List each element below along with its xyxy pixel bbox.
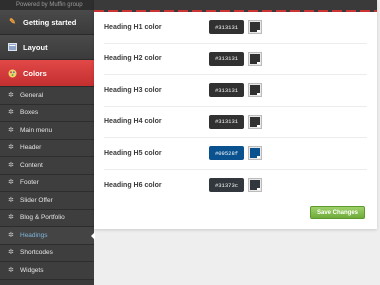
submenu-label: Blog & Portfolio [20, 214, 65, 222]
gear-icon: ✲ [8, 266, 14, 274]
color-value-field[interactable]: #313131 [209, 114, 244, 129]
submenu-item-footer[interactable]: ✲ Footer [0, 174, 94, 192]
submenu-label: General [20, 91, 44, 99]
submenu-item-boxes[interactable]: ✲ Boxes [0, 104, 94, 122]
submenu-item-main-menu[interactable]: ✲ Main menu [0, 122, 94, 140]
submenu-label: Content [20, 161, 43, 169]
submenu-item-general[interactable]: ✲ General [0, 87, 94, 105]
heading-color-label: Heading H2 color [104, 55, 162, 63]
palette-icon [8, 69, 17, 78]
section-label: Layout [23, 42, 48, 52]
heading-color-label: Heading H5 color [104, 149, 162, 157]
heading-color-row: Heading H2 color #313131 [104, 44, 367, 75]
heading-color-row: Heading H5 color #09528f [104, 138, 367, 170]
gear-icon: ✲ [8, 91, 14, 99]
heading-color-label: Heading H6 color [104, 181, 162, 189]
color-value-field[interactable]: #313131 [209, 51, 244, 66]
submenu-item-slider-offer[interactable]: ✲ Slider Offer [0, 192, 94, 210]
submenu-label: Boxes [20, 109, 39, 117]
color-value-field[interactable]: #313131 [209, 20, 244, 35]
color-value-field[interactable]: #09528f [209, 146, 244, 161]
section-getting-started[interactable]: ✎ Getting started [0, 10, 94, 35]
submenu-label: Footer [20, 179, 39, 187]
gear-icon: ✲ [8, 144, 14, 152]
color-picker-button[interactable] [248, 178, 262, 193]
submenu-label: Main menu [20, 126, 53, 134]
submenu-item-header[interactable]: ✲ Header [0, 139, 94, 157]
layout-icon [8, 43, 17, 52]
heading-color-row: Heading H1 color #313131 [104, 12, 367, 44]
section-layout[interactable]: Layout [0, 35, 94, 60]
submenu-label: Widgets [20, 266, 44, 274]
gear-icon: ✲ [8, 231, 14, 239]
submenu-label: Header [20, 144, 42, 152]
heading-color-label: Heading H1 color [104, 23, 162, 31]
color-value-field[interactable]: #31373c [209, 178, 244, 193]
submenu-item-headings[interactable]: ✲ Headings [0, 227, 95, 245]
gear-icon: ✲ [8, 179, 14, 187]
color-picker-button[interactable] [248, 51, 262, 66]
color-picker-button[interactable] [248, 114, 262, 129]
submenu-item-blog-portfolio[interactable]: ✲ Blog & Portfolio [0, 209, 94, 227]
gear-icon: ✲ [8, 161, 14, 169]
submenu-label: Slider Offer [20, 196, 53, 204]
sidebar: Powered by Muffin group ✎ Getting starte… [0, 0, 95, 285]
heading-color-label: Heading H4 color [104, 118, 162, 126]
heading-color-label: Heading H3 color [104, 86, 162, 94]
brand-text: Powered by Muffin group [0, 0, 94, 10]
gear-icon: ✲ [8, 249, 14, 257]
section-colors[interactable]: Colors [0, 60, 94, 87]
submenu-item-content[interactable]: ✲ Content [0, 157, 94, 175]
gear-icon: ✲ [8, 109, 14, 117]
submenu-item-shortcodes[interactable]: ✲ Shortcodes [0, 244, 94, 262]
wand-icon: ✎ [9, 17, 16, 26]
submenu-label: Shortcodes [20, 249, 53, 257]
gear-icon: ✲ [8, 196, 14, 204]
gear-icon: ✲ [8, 126, 14, 134]
color-picker-button[interactable] [248, 20, 262, 35]
section-label: Getting started [23, 17, 77, 27]
heading-color-row: Heading H4 color #313131 [104, 107, 367, 138]
heading-color-row: Heading H3 color #313131 [104, 75, 367, 107]
color-picker-button[interactable] [248, 146, 262, 161]
submenu-label: Headings [20, 231, 48, 239]
panel-header-bar [94, 0, 377, 12]
gear-icon: ✲ [8, 214, 14, 222]
color-value-field[interactable]: #313131 [209, 83, 244, 98]
color-picker-button[interactable] [248, 83, 262, 98]
section-label: Colors [23, 68, 47, 78]
submenu-item-widgets[interactable]: ✲ Widgets [0, 262, 94, 280]
settings-panel: Heading H1 color #313131 Heading H2 colo… [94, 0, 377, 229]
save-changes-button[interactable]: Save Changes [310, 206, 365, 219]
heading-color-row: Heading H6 color #31373c [104, 170, 367, 202]
